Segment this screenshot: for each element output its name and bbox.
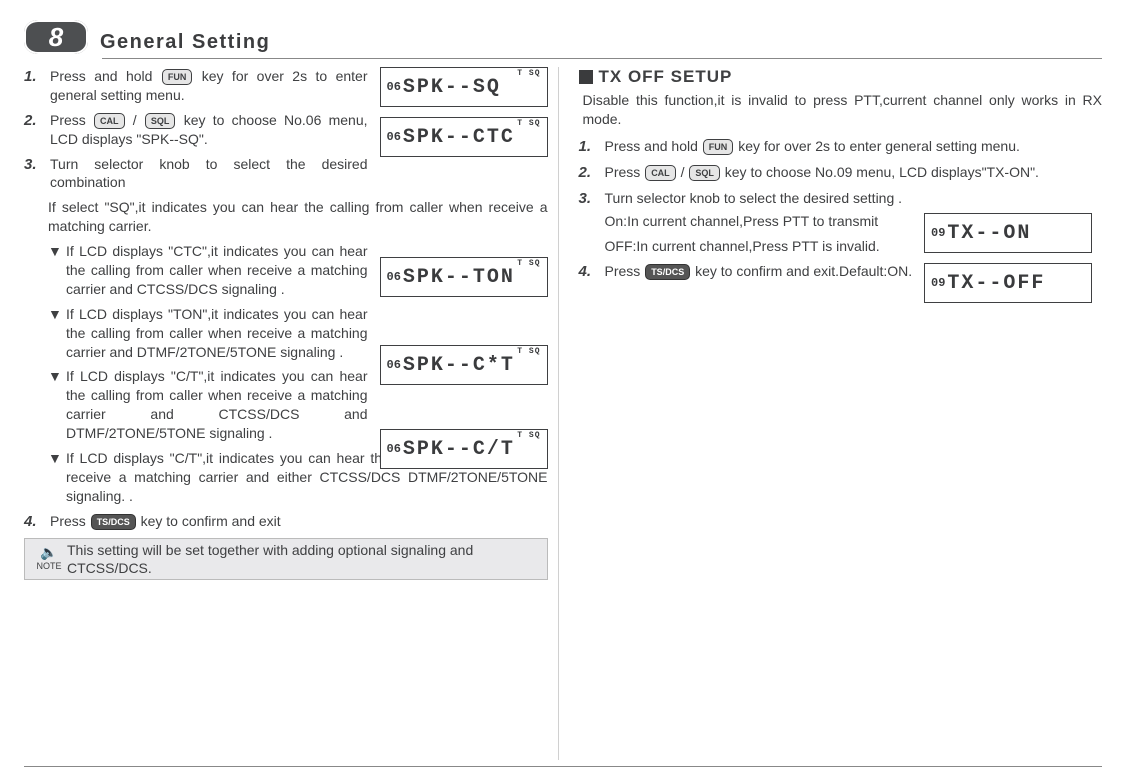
footer-rule [24,766,1102,767]
note-text: This setting will be set together with a… [67,541,541,577]
lcd-spk-cstart: 06 SPK--C*T T SQ [380,345,548,385]
left-step-3: 3. Turn selector knob to select the desi… [24,155,548,193]
note-icon: 🔈 NOTE [31,543,67,573]
note-box: 🔈 NOTE This setting will be set together… [24,538,548,580]
left-step-4: 4. Press TS/DCS key to confirm and exit [24,512,548,532]
right-step-1: 1. Press and hold FUN key for over 2s to… [579,137,1103,157]
section-box-icon [579,70,593,84]
right-step-2: 2. Press CAL / SQL key to choose No.09 m… [579,163,1103,183]
step-num: 4. [579,262,605,282]
right-column: 09 TX--ON 09 TX--OFF TX OFF SETUP Disabl… [579,67,1103,760]
lcd-spk-ct: 06 SPK--C/T T SQ [380,429,548,469]
key-sql: SQL [145,113,176,129]
section-header: TX OFF SETUP [579,67,1103,87]
key-fun: FUN [162,69,193,85]
step-num: 3. [24,155,50,193]
step-num: 1. [579,137,605,157]
lcd-tx-on: 09 TX--ON [924,213,1092,253]
key-cal: CAL [94,113,125,129]
page-number-tab: 8 [24,20,88,54]
section-title: TX OFF SETUP [599,67,733,87]
header-rule [102,58,1102,59]
key-tsdcs: TS/DCS [645,264,690,280]
left-para-sq: If select "SQ",it indicates you can hear… [48,198,548,236]
lcd-spk-ton: 06 SPK--TON T SQ [380,257,548,297]
step-num: 2. [579,163,605,183]
step-num: 3. [579,189,605,256]
key-fun: FUN [703,139,734,155]
key-sql: SQL [689,165,720,181]
bullet-marker: ▼ [48,305,66,362]
bullet-marker: ▼ [48,242,66,299]
key-cal: CAL [645,165,676,181]
page-header: 8 General Setting [24,20,1102,59]
page-title: General Setting [100,31,270,54]
key-tsdcs: TS/DCS [91,514,136,530]
lcd-spk-sq: 06 SPK--SQ T SQ [380,67,548,107]
left-column: 06 SPK--SQ T SQ 06 SPK--CTC T SQ 06 SPK-… [24,67,559,760]
step-num: 4. [24,512,50,532]
lcd-spk-ctc: 06 SPK--CTC T SQ [380,117,548,157]
lcd-tx-off: 09 TX--OFF [924,263,1092,303]
bullet-marker: ▼ [48,449,66,506]
step-num: 2. [24,111,50,149]
section-intro: Disable this function,it is invalid to p… [583,91,1103,129]
bullet-marker: ▼ [48,367,66,443]
step-num: 1. [24,67,50,105]
